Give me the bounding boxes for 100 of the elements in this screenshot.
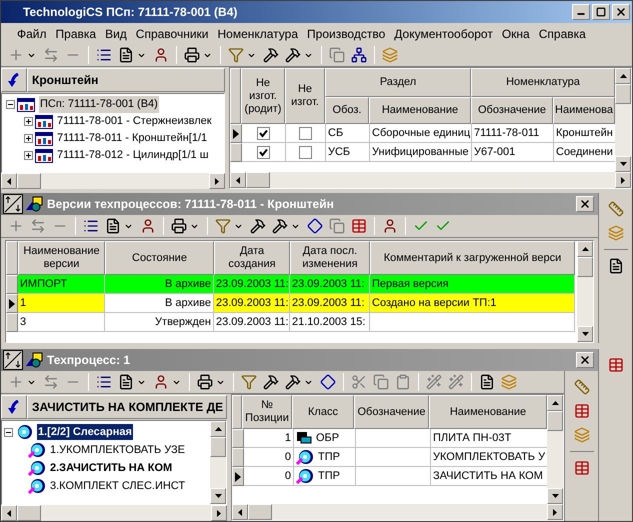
printer-icon[interactable]	[197, 374, 213, 390]
copy-icon[interactable]	[373, 374, 389, 390]
filter-icon[interactable]	[241, 374, 257, 390]
column-header[interactable]: Обозначение	[471, 97, 553, 124]
row-marker[interactable]	[230, 124, 242, 143]
person-icon[interactable]	[382, 218, 398, 234]
column-header[interactable]: Наименование	[429, 395, 547, 429]
menu-item[interactable]: Правка	[56, 24, 96, 42]
ruler-icon[interactable]	[574, 379, 590, 395]
menu-item[interactable]: Справка	[538, 24, 586, 42]
network-icon[interactable]	[351, 47, 367, 63]
hammer-icon[interactable]	[285, 47, 301, 63]
column-header[interactable]: Обоз.	[325, 97, 369, 124]
document-icon[interactable]	[118, 47, 134, 63]
back-button[interactable]	[1, 395, 27, 419]
row-marker[interactable]	[6, 313, 18, 332]
menu-item[interactable]: Документооборот	[394, 24, 493, 42]
scroll-thumb[interactable]	[577, 257, 593, 277]
scroll-thumb[interactable]	[210, 437, 226, 457]
table-icon[interactable]	[574, 403, 590, 419]
scroll-thumb[interactable]	[248, 504, 272, 520]
swap-icon[interactable]	[43, 47, 59, 63]
vertical-scrollbar[interactable]	[210, 421, 226, 504]
row-marker[interactable]	[6, 294, 18, 313]
back-button[interactable]	[1, 68, 27, 92]
column-header[interactable]: Не изгот.	[285, 68, 325, 124]
column-header[interactable]: Наименование	[369, 97, 471, 124]
document-icon[interactable]	[105, 218, 121, 234]
column-header[interactable]: Дата посл. изменения	[290, 241, 370, 275]
list-icon[interactable]	[83, 218, 99, 234]
wand-icon[interactable]	[448, 374, 464, 390]
hammer-icon[interactable]	[250, 218, 266, 234]
person-icon[interactable]	[140, 218, 156, 234]
expand-toggle-icon[interactable]	[24, 151, 33, 160]
tree-item[interactable]: 71111-78-012 - Цилиндр[1/1 ш	[57, 147, 209, 164]
column-header[interactable]: Комментарий к загруженной верси	[370, 241, 575, 275]
column-header[interactable]: Дата создания	[214, 241, 290, 275]
document-icon[interactable]	[479, 374, 495, 390]
printer-icon[interactable]	[171, 218, 187, 234]
person-icon[interactable]	[153, 47, 169, 63]
table-icon[interactable]	[574, 460, 590, 476]
column-header[interactable]: Класс	[292, 395, 354, 429]
expand-toggle-icon[interactable]	[24, 134, 33, 143]
sort-toggle-icon[interactable]	[3, 194, 23, 214]
minimize-button[interactable]	[572, 4, 590, 20]
expand-toggle-icon[interactable]	[4, 428, 13, 436]
horizontal-scrollbar[interactable]	[232, 504, 563, 520]
column-header[interactable]: Наименова	[553, 97, 615, 124]
expand-toggle-icon[interactable]	[24, 117, 33, 126]
clipboard-icon[interactable]	[395, 374, 411, 390]
diamond-icon[interactable]	[320, 374, 336, 390]
document-icon[interactable]	[118, 374, 134, 390]
row-marker[interactable]	[232, 467, 244, 486]
table-icon[interactable]	[608, 357, 624, 373]
document-icon[interactable]	[608, 258, 624, 274]
printer-icon[interactable]	[184, 47, 200, 63]
hammer-icon[interactable]	[285, 374, 301, 390]
checkbox[interactable]	[299, 146, 312, 158]
column-header[interactable]: Не изгот. (родит)	[241, 68, 285, 124]
hammer-icon[interactable]	[272, 218, 288, 234]
tree-item[interactable]: ПСп: 71111-78-001 (В4)	[39, 96, 159, 113]
swap-icon[interactable]	[43, 374, 59, 390]
sort-toggle-icon[interactable]	[3, 350, 23, 370]
maximize-button[interactable]	[592, 4, 610, 20]
tree-item[interactable]: 71111-78-001 - Стержнеизвлек	[57, 113, 212, 130]
column-header[interactable]: Наименование версии	[18, 241, 105, 275]
vertical-scrollbar[interactable]	[547, 395, 563, 504]
row-marker[interactable]	[232, 429, 244, 448]
filter-icon[interactable]	[228, 47, 244, 63]
horizontal-scrollbar[interactable]	[230, 172, 631, 188]
person-icon[interactable]	[153, 374, 169, 390]
hammer-icon[interactable]	[263, 47, 279, 63]
filter-icon[interactable]	[215, 218, 231, 234]
wand-icon[interactable]	[426, 374, 442, 390]
ruler-icon[interactable]	[608, 201, 624, 217]
menu-item[interactable]: Файл	[17, 24, 47, 42]
horizontal-scrollbar[interactable]	[1, 505, 227, 521]
tree-item[interactable]: 71111-78-011 - Кронштейн[1/1	[57, 130, 208, 147]
checkbox[interactable]	[299, 126, 312, 140]
scroll-thumb[interactable]	[17, 505, 41, 521]
vertical-scrollbar[interactable]	[577, 241, 593, 342]
row-marker[interactable]	[6, 275, 18, 294]
row-marker[interactable]	[232, 448, 244, 467]
tree-item[interactable]: 1.УКОМПЛЕКТОВАТЬ УЗЕ	[50, 442, 185, 458]
scroll-thumb[interactable]	[547, 411, 563, 431]
menu-item[interactable]: Номенклатура	[217, 24, 298, 42]
close-button[interactable]	[612, 4, 630, 20]
checkbox[interactable]	[257, 126, 270, 140]
column-header[interactable]: Состояние	[105, 241, 214, 275]
menu-item[interactable]: Вид	[105, 24, 127, 42]
tree-item[interactable]: 3.КОМПЛЕКТ СЛЕС.ИНСТ	[50, 478, 186, 494]
menu-item[interactable]: Справочники	[136, 24, 208, 42]
tree-item[interactable]: 2.ЗАЧИСТИТЬ НА КОМ	[50, 460, 172, 476]
hammer-icon[interactable]	[263, 374, 279, 390]
table-icon[interactable]	[351, 218, 367, 234]
horizontal-scrollbar[interactable]	[1, 173, 225, 189]
copy-icon[interactable]	[329, 47, 345, 63]
checkbox[interactable]	[257, 146, 270, 158]
list-icon[interactable]	[96, 374, 112, 390]
close-button[interactable]	[576, 196, 594, 212]
